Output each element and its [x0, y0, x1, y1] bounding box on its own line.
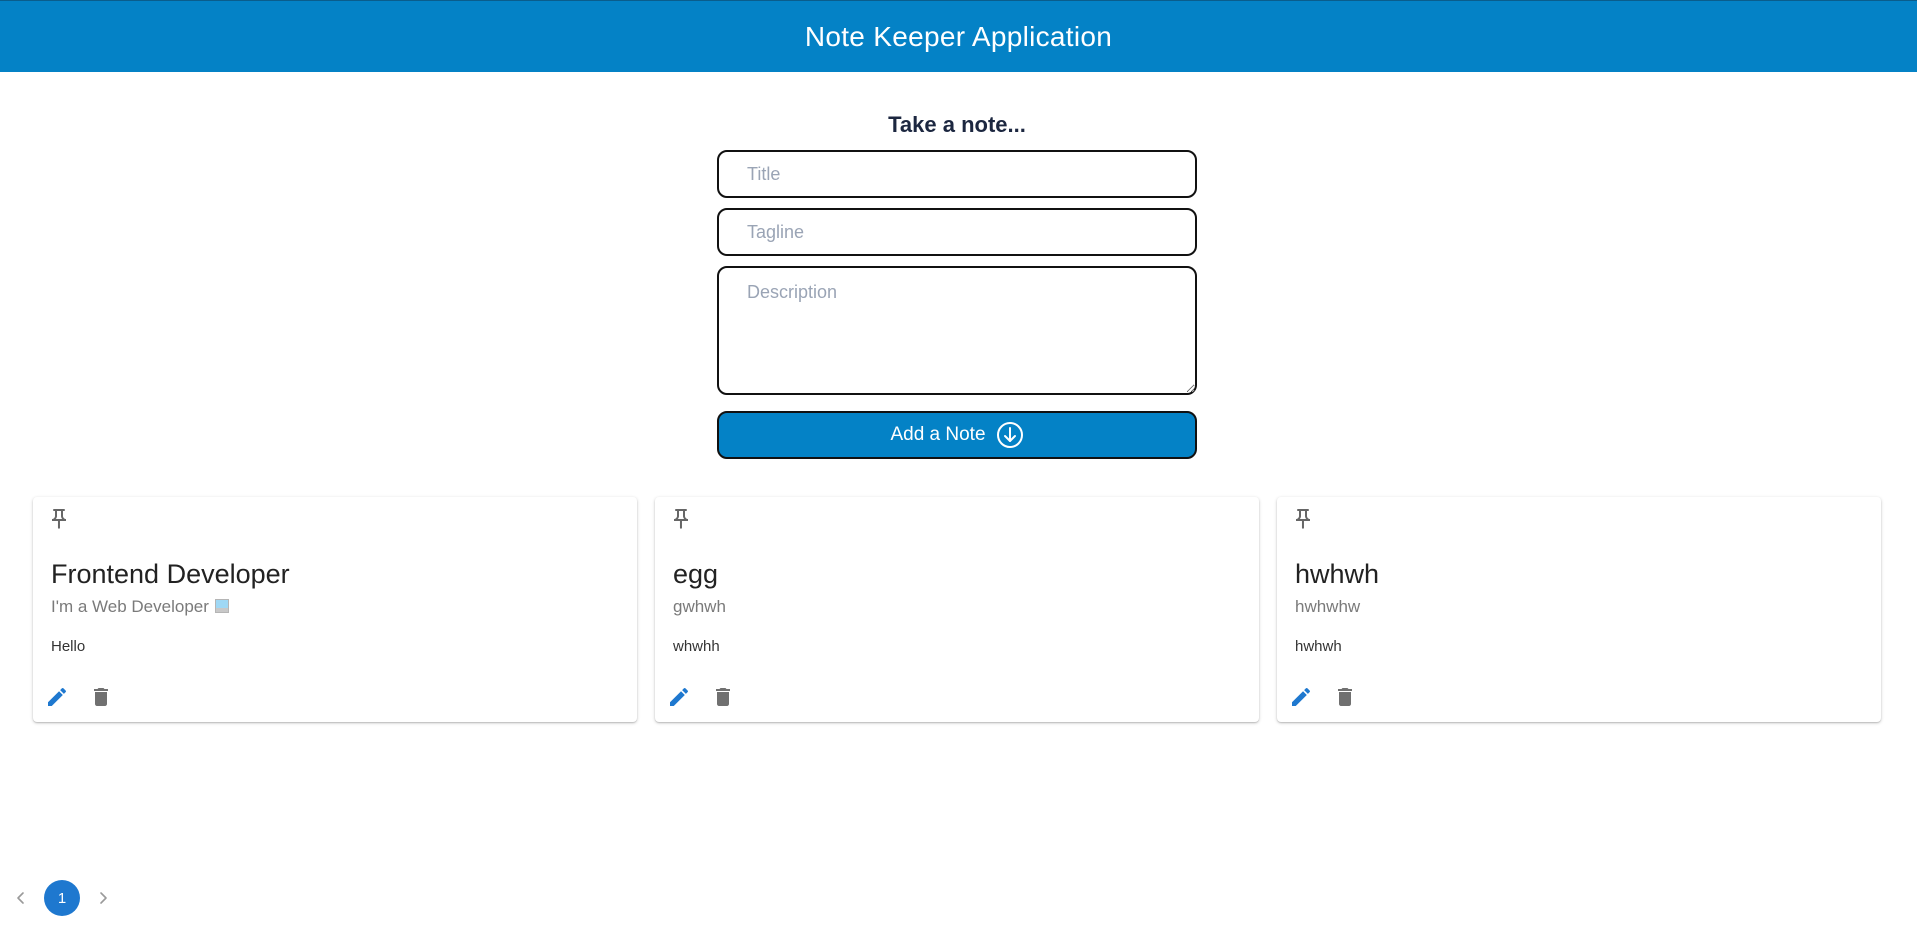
note-title: egg: [673, 559, 719, 589]
app-header: Note Keeper Application: [0, 0, 1917, 72]
pin-icon[interactable]: [47, 507, 71, 531]
chevron-left-icon[interactable]: [8, 885, 34, 911]
note-title: Frontend Developer: [51, 559, 290, 589]
pagination: 1: [8, 880, 116, 916]
note-form: Take a note... Add a Note: [717, 108, 1197, 459]
note-tagline-text: I'm a Web Developer: [51, 597, 209, 616]
note-card: egg gwhwh whwhh: [655, 497, 1259, 722]
chevron-right-icon[interactable]: [90, 885, 116, 911]
add-note-label: Add a Note: [890, 424, 986, 445]
note-actions: [43, 683, 115, 711]
page-button-current[interactable]: 1: [44, 880, 80, 916]
note-tagline: hwhwhw: [1295, 597, 1361, 616]
pencil-icon[interactable]: [1287, 683, 1315, 711]
description-textarea[interactable]: [717, 266, 1197, 395]
tagline-input[interactable]: [717, 208, 1197, 256]
note-tagline: gwhwh: [673, 597, 726, 616]
note-card: hwhwh hwhwhw hwhwh: [1277, 497, 1881, 722]
form-heading: Take a note...: [888, 112, 1026, 137]
note-tagline: I'm a Web Developer: [51, 597, 229, 617]
add-note-button[interactable]: Add a Note: [717, 411, 1197, 459]
note-actions: [665, 683, 737, 711]
title-input[interactable]: [717, 150, 1197, 198]
app-title: Note Keeper Application: [804, 20, 1113, 52]
arrow-down-circle-icon: [996, 421, 1024, 449]
pin-icon[interactable]: [1291, 507, 1315, 531]
computer-emoji-icon: [214, 599, 229, 613]
pin-icon[interactable]: [669, 507, 693, 531]
pencil-icon[interactable]: [665, 683, 693, 711]
note-card: Frontend Developer I'm a Web Developer H…: [33, 497, 637, 722]
note-title: hwhwh: [1295, 559, 1380, 589]
trash-icon[interactable]: [1331, 683, 1359, 711]
trash-icon[interactable]: [87, 683, 115, 711]
pencil-icon[interactable]: [43, 683, 71, 711]
trash-icon[interactable]: [709, 683, 737, 711]
note-actions: [1287, 683, 1359, 711]
notes-grid: Frontend Developer I'm a Web Developer H…: [33, 497, 1881, 722]
note-description: whwhh: [673, 638, 720, 655]
note-description: hwhwh: [1295, 638, 1342, 655]
note-description: Hello: [51, 638, 86, 655]
